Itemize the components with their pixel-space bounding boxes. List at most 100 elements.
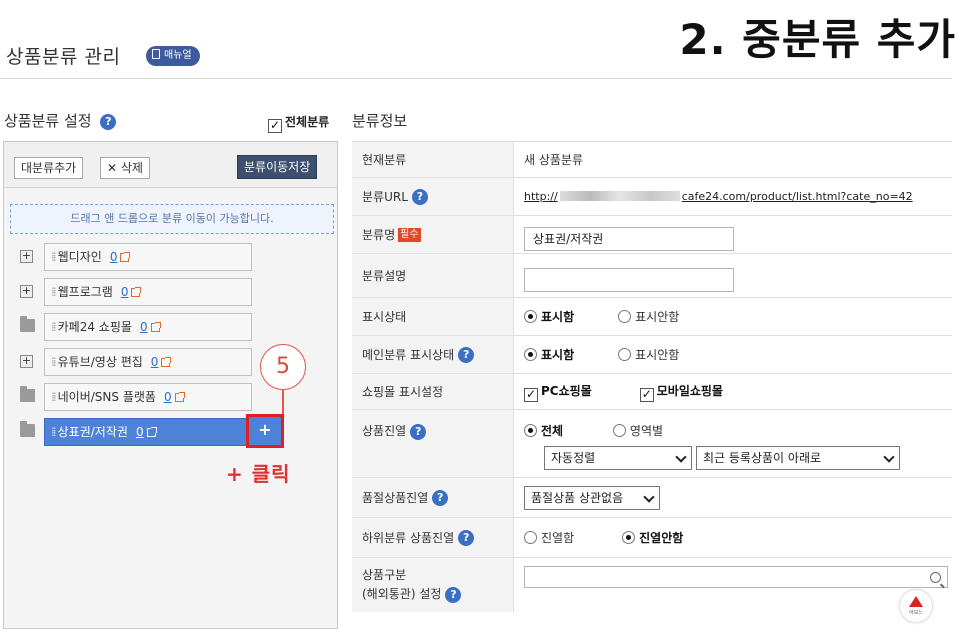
drag-handle-icon[interactable]: ⁞⁞ xyxy=(51,250,56,264)
category-url-value: http:// cafe24.com/product/list.html?cate… xyxy=(524,178,952,215)
drag-handle-icon[interactable]: ⁞⁞ xyxy=(51,355,56,369)
step-title: 2. 중분류 추가 xyxy=(679,15,956,64)
external-link-icon[interactable] xyxy=(131,287,142,297)
checkbox-icon[interactable]: ✓ xyxy=(639,387,654,402)
header-divider xyxy=(0,78,952,79)
sort-mode-value: 자동정렬 xyxy=(551,451,596,465)
radio-icon[interactable] xyxy=(618,348,632,361)
add-subcategory-button[interactable]: + xyxy=(246,414,284,448)
form-row-sub-display: 하위분류 상품진열? 진열함 진열안함 xyxy=(352,518,952,558)
checkbox-icon[interactable]: ✓ xyxy=(268,119,282,133)
radio-selected-icon[interactable] xyxy=(524,424,537,437)
checkbox-icon[interactable]: ✓ xyxy=(524,387,538,402)
customs-cell xyxy=(524,558,952,612)
sub-display-off-option[interactable]: 진열안함 xyxy=(622,529,683,546)
radio-icon[interactable] xyxy=(612,424,626,437)
category-desc-input[interactable] xyxy=(524,268,734,292)
tree-node[interactable]: ⁞⁞ 네이버/SNS 플랫폼 0 xyxy=(44,383,252,411)
external-link-icon[interactable] xyxy=(120,252,131,262)
radio-icon[interactable] xyxy=(618,310,632,323)
radio-icon[interactable] xyxy=(524,531,537,544)
drag-handle-icon[interactable]: ⁞⁞ xyxy=(51,320,56,334)
tree-node[interactable]: ⁞⁞ 카페24 쇼핑몰 0 xyxy=(44,313,252,341)
customs-label-line2: (해외통관) 설정 xyxy=(362,587,442,601)
display-off-option[interactable]: 표시안함 xyxy=(618,308,679,325)
tree-node-label: 상표권/저작권 xyxy=(57,425,128,439)
drag-handle-icon[interactable]: ⁞⁞ xyxy=(51,390,56,404)
display-on-option[interactable]: 표시함 xyxy=(524,308,574,325)
save-category-move-button[interactable]: 분류이동저장 xyxy=(237,155,318,179)
expand-icon[interactable]: + xyxy=(20,250,33,263)
product-count-link[interactable]: 0 xyxy=(136,425,144,439)
form-row-display: 표시상태 표시함 표시안함 xyxy=(352,298,952,336)
display-off-label: 표시안함 xyxy=(635,310,680,324)
external-link-icon[interactable] xyxy=(161,357,172,367)
sub-display-on-option[interactable]: 진열함 xyxy=(524,529,574,546)
mobile-mall-label: 모바일쇼핑몰 xyxy=(656,383,723,398)
tree-node[interactable]: ⁞⁞ 웹프로그램 0 xyxy=(44,278,252,306)
main-display-on-option[interactable]: 표시함 xyxy=(524,346,574,363)
category-desc-label: 분류설명 xyxy=(352,254,514,297)
help-icon[interactable]: ? xyxy=(432,489,449,506)
display-area-label: 영역별 xyxy=(629,424,664,438)
expand-icon[interactable]: + xyxy=(20,355,33,368)
form-row-customs: 상품구분 (해외통관) 설정? xyxy=(352,558,952,612)
sort-order-select[interactable]: 최근 등록상품이 아래로 xyxy=(696,446,900,470)
category-name-label: 분류명 필수 xyxy=(352,216,514,253)
radio-selected-icon[interactable] xyxy=(524,310,537,323)
external-link-icon[interactable] xyxy=(150,322,161,332)
external-link-icon[interactable] xyxy=(174,392,185,402)
help-icon[interactable]: ? xyxy=(410,423,427,440)
tree-node-label: 네이버/SNS 플랫폼 xyxy=(57,390,156,404)
main-display-off-option[interactable]: 표시안함 xyxy=(618,346,679,363)
category-url-label-text: 분류URL xyxy=(362,190,408,204)
customs-search-input[interactable] xyxy=(524,566,948,588)
drag-handle-icon[interactable]: ⁞⁞ xyxy=(51,285,56,299)
main-display-on-label: 표시함 xyxy=(541,348,575,362)
sort-mode-select[interactable]: 자동정렬 xyxy=(544,446,692,470)
drag-handle-icon[interactable]: ⁞⁞ xyxy=(51,425,56,439)
radio-selected-icon[interactable] xyxy=(524,348,537,361)
form-row-name: 분류명 필수 상표권/저작권 xyxy=(352,216,952,254)
soldout-display-cell: 품절상품 상관없음 xyxy=(524,478,952,517)
help-icon[interactable]: ? xyxy=(458,529,475,546)
expand-icon[interactable]: + xyxy=(20,285,33,298)
main-display-options: 표시함 표시안함 xyxy=(524,336,952,373)
display-all-option[interactable]: 전체 xyxy=(524,422,563,439)
sub-display-on-label: 진열함 xyxy=(541,531,575,545)
main-display-label: 메인분류 표시상태? xyxy=(352,336,514,373)
product-count-link[interactable]: 0 xyxy=(110,250,118,264)
product-count-link[interactable]: 0 xyxy=(140,320,148,334)
all-categories-toggle[interactable]: ✓ 전체분류 xyxy=(268,113,329,133)
tree-node[interactable]: ⁞⁞ 웹디자인 0 xyxy=(44,243,252,271)
search-icon[interactable] xyxy=(930,572,941,583)
form-row-desc: 분류설명 xyxy=(352,254,952,298)
chevron-down-icon xyxy=(675,451,687,463)
help-icon[interactable]: ? xyxy=(445,586,462,603)
product-count-link[interactable]: 0 xyxy=(121,285,129,299)
category-name-label-text: 분류명 xyxy=(362,228,396,242)
soldout-display-select[interactable]: 품절상품 상관없음 xyxy=(524,486,660,510)
add-major-category-button[interactable]: 대분류추가 xyxy=(14,157,84,179)
help-icon[interactable]: ? xyxy=(458,346,475,363)
tree-node[interactable]: ⁞⁞ 유튜브/영상 편집 0 xyxy=(44,348,252,376)
tree-row: ⁞⁞ 카페24 쇼핑몰 0 xyxy=(16,313,336,341)
help-icon[interactable]: ? xyxy=(411,188,428,205)
radio-selected-icon[interactable] xyxy=(622,531,636,544)
category-name-input[interactable]: 상표권/저작권 xyxy=(524,227,734,251)
masked-domain xyxy=(559,191,680,201)
display-area-option[interactable]: 영역별 xyxy=(612,422,664,439)
url-suffix: cafe24.com/product/list.html?cate_no=42 xyxy=(681,190,913,203)
product-count-link[interactable]: 0 xyxy=(151,355,159,369)
tree-node-selected[interactable]: ⁞⁞ 상표권/저작권 0 xyxy=(44,418,248,446)
mobile-mall-option[interactable]: ✓ 모바일쇼핑몰 xyxy=(639,382,723,402)
category-url-link[interactable]: http:// cafe24.com/product/list.html?cate… xyxy=(524,190,913,203)
tree-node-label: 웹디자인 xyxy=(57,250,102,264)
external-link-icon[interactable] xyxy=(146,427,157,437)
delete-category-button[interactable]: ✕ 삭제 xyxy=(100,157,150,179)
help-icon[interactable]: ? xyxy=(100,113,117,130)
manual-button[interactable]: 매뉴얼 xyxy=(146,46,200,66)
product-count-link[interactable]: 0 xyxy=(164,390,172,404)
pc-mall-option[interactable]: ✓ PC쇼핑몰 xyxy=(524,382,592,402)
logo-triangle-icon xyxy=(909,596,923,607)
